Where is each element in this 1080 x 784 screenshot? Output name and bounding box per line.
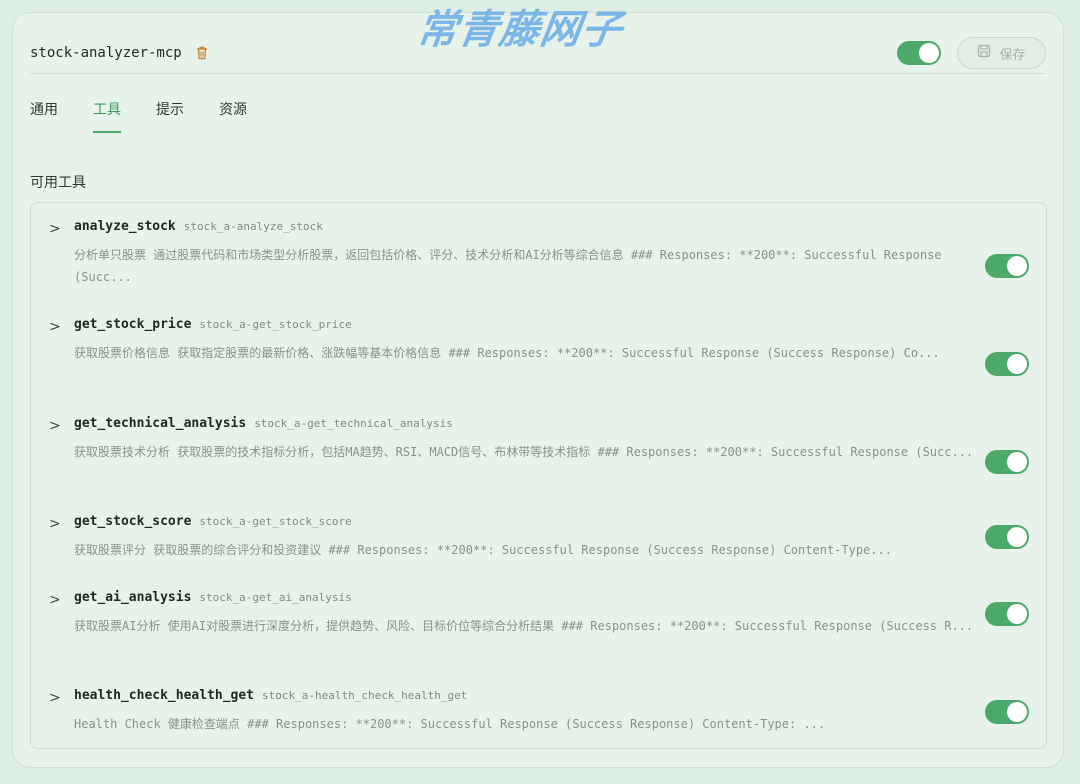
toggle-knob — [1007, 702, 1027, 722]
tool-id: stock_a-analyze_stock — [183, 220, 323, 233]
tool-id: stock_a-get_ai_analysis — [199, 591, 352, 604]
tool-id: stock_a-get_stock_score — [199, 515, 352, 528]
server-settings-panel: 常青藤网子 stock-analyzer-mcp 保存 通用 工具 提示 资源 … — [12, 7, 1064, 768]
tool-description: 获取股票AI分析 使用AI对股票进行深度分析，提供趋势、风险、目标价位等综合分析… — [74, 619, 974, 633]
tool-list: > analyze_stock stock_a-analyze_stock 分析… — [30, 202, 1047, 749]
chevron-right-icon[interactable]: > — [49, 592, 61, 608]
tool-enable-toggle[interactable] — [985, 700, 1029, 724]
tab-bar: 通用 工具 提示 资源 — [30, 99, 282, 133]
save-button[interactable]: 保存 — [957, 37, 1046, 69]
header-divider — [30, 73, 1046, 74]
tool-enable-toggle[interactable] — [985, 352, 1029, 376]
tool-description: 获取股票技术分析 获取股票的技术指标分析，包括MA趋势、RSI、MACD信号、布… — [74, 445, 974, 459]
tool-description: 获取股票评分 获取股票的综合评分和投资建议 ### Responses: **2… — [74, 543, 892, 557]
tool-id: stock_a-get_stock_price — [199, 318, 352, 331]
tool-name: get_stock_score — [74, 514, 192, 529]
chevron-right-icon[interactable]: > — [49, 418, 61, 434]
server-name: stock-analyzer-mcp — [30, 45, 182, 61]
tool-name: health_check_health_get — [74, 688, 255, 703]
toggle-knob — [1007, 256, 1027, 276]
tool-description: 分析单只股票 通过股票代码和市场类型分析股票，返回包括价格、评分、技术分析和AI… — [74, 248, 942, 284]
chevron-right-icon[interactable]: > — [49, 516, 61, 532]
tool-name: get_technical_analysis — [74, 416, 247, 431]
trash-icon[interactable] — [194, 45, 210, 61]
save-icon — [977, 44, 991, 62]
tool-description: Health Check 健康检查端点 ### Responses: **200… — [74, 717, 826, 731]
chevron-right-icon[interactable]: > — [49, 690, 61, 706]
section-title: 可用工具 — [30, 175, 86, 191]
tab-general[interactable]: 通用 — [30, 99, 58, 131]
tool-description: 获取股票价格信息 获取指定股票的最新价格、涨跌幅等基本价格信息 ### Resp… — [74, 346, 940, 360]
tab-tools[interactable]: 工具 — [93, 99, 121, 133]
save-label: 保存 — [999, 47, 1026, 63]
panel-header: stock-analyzer-mcp 保存 — [30, 33, 1046, 73]
server-enable-toggle[interactable] — [897, 41, 941, 65]
toggle-knob — [919, 43, 939, 63]
tool-id: stock_a-health_check_health_get — [262, 689, 468, 702]
toggle-knob — [1007, 452, 1027, 472]
toggle-knob — [1007, 354, 1027, 374]
tool-name: get_ai_analysis — [74, 590, 192, 605]
tool-enable-toggle[interactable] — [985, 450, 1029, 474]
chevron-right-icon[interactable]: > — [49, 221, 61, 237]
tool-enable-toggle[interactable] — [985, 602, 1029, 626]
tool-enable-toggle[interactable] — [985, 525, 1029, 549]
tab-resources[interactable]: 资源 — [219, 99, 247, 131]
tool-name: get_stock_price — [74, 317, 192, 332]
tool-enable-toggle[interactable] — [985, 254, 1029, 278]
toggle-knob — [1007, 527, 1027, 547]
tool-id: stock_a-get_technical_analysis — [254, 417, 453, 430]
tool-name: analyze_stock — [74, 219, 176, 234]
toggle-knob — [1007, 604, 1027, 624]
tab-prompts[interactable]: 提示 — [156, 99, 184, 131]
chevron-right-icon[interactable]: > — [49, 319, 61, 335]
